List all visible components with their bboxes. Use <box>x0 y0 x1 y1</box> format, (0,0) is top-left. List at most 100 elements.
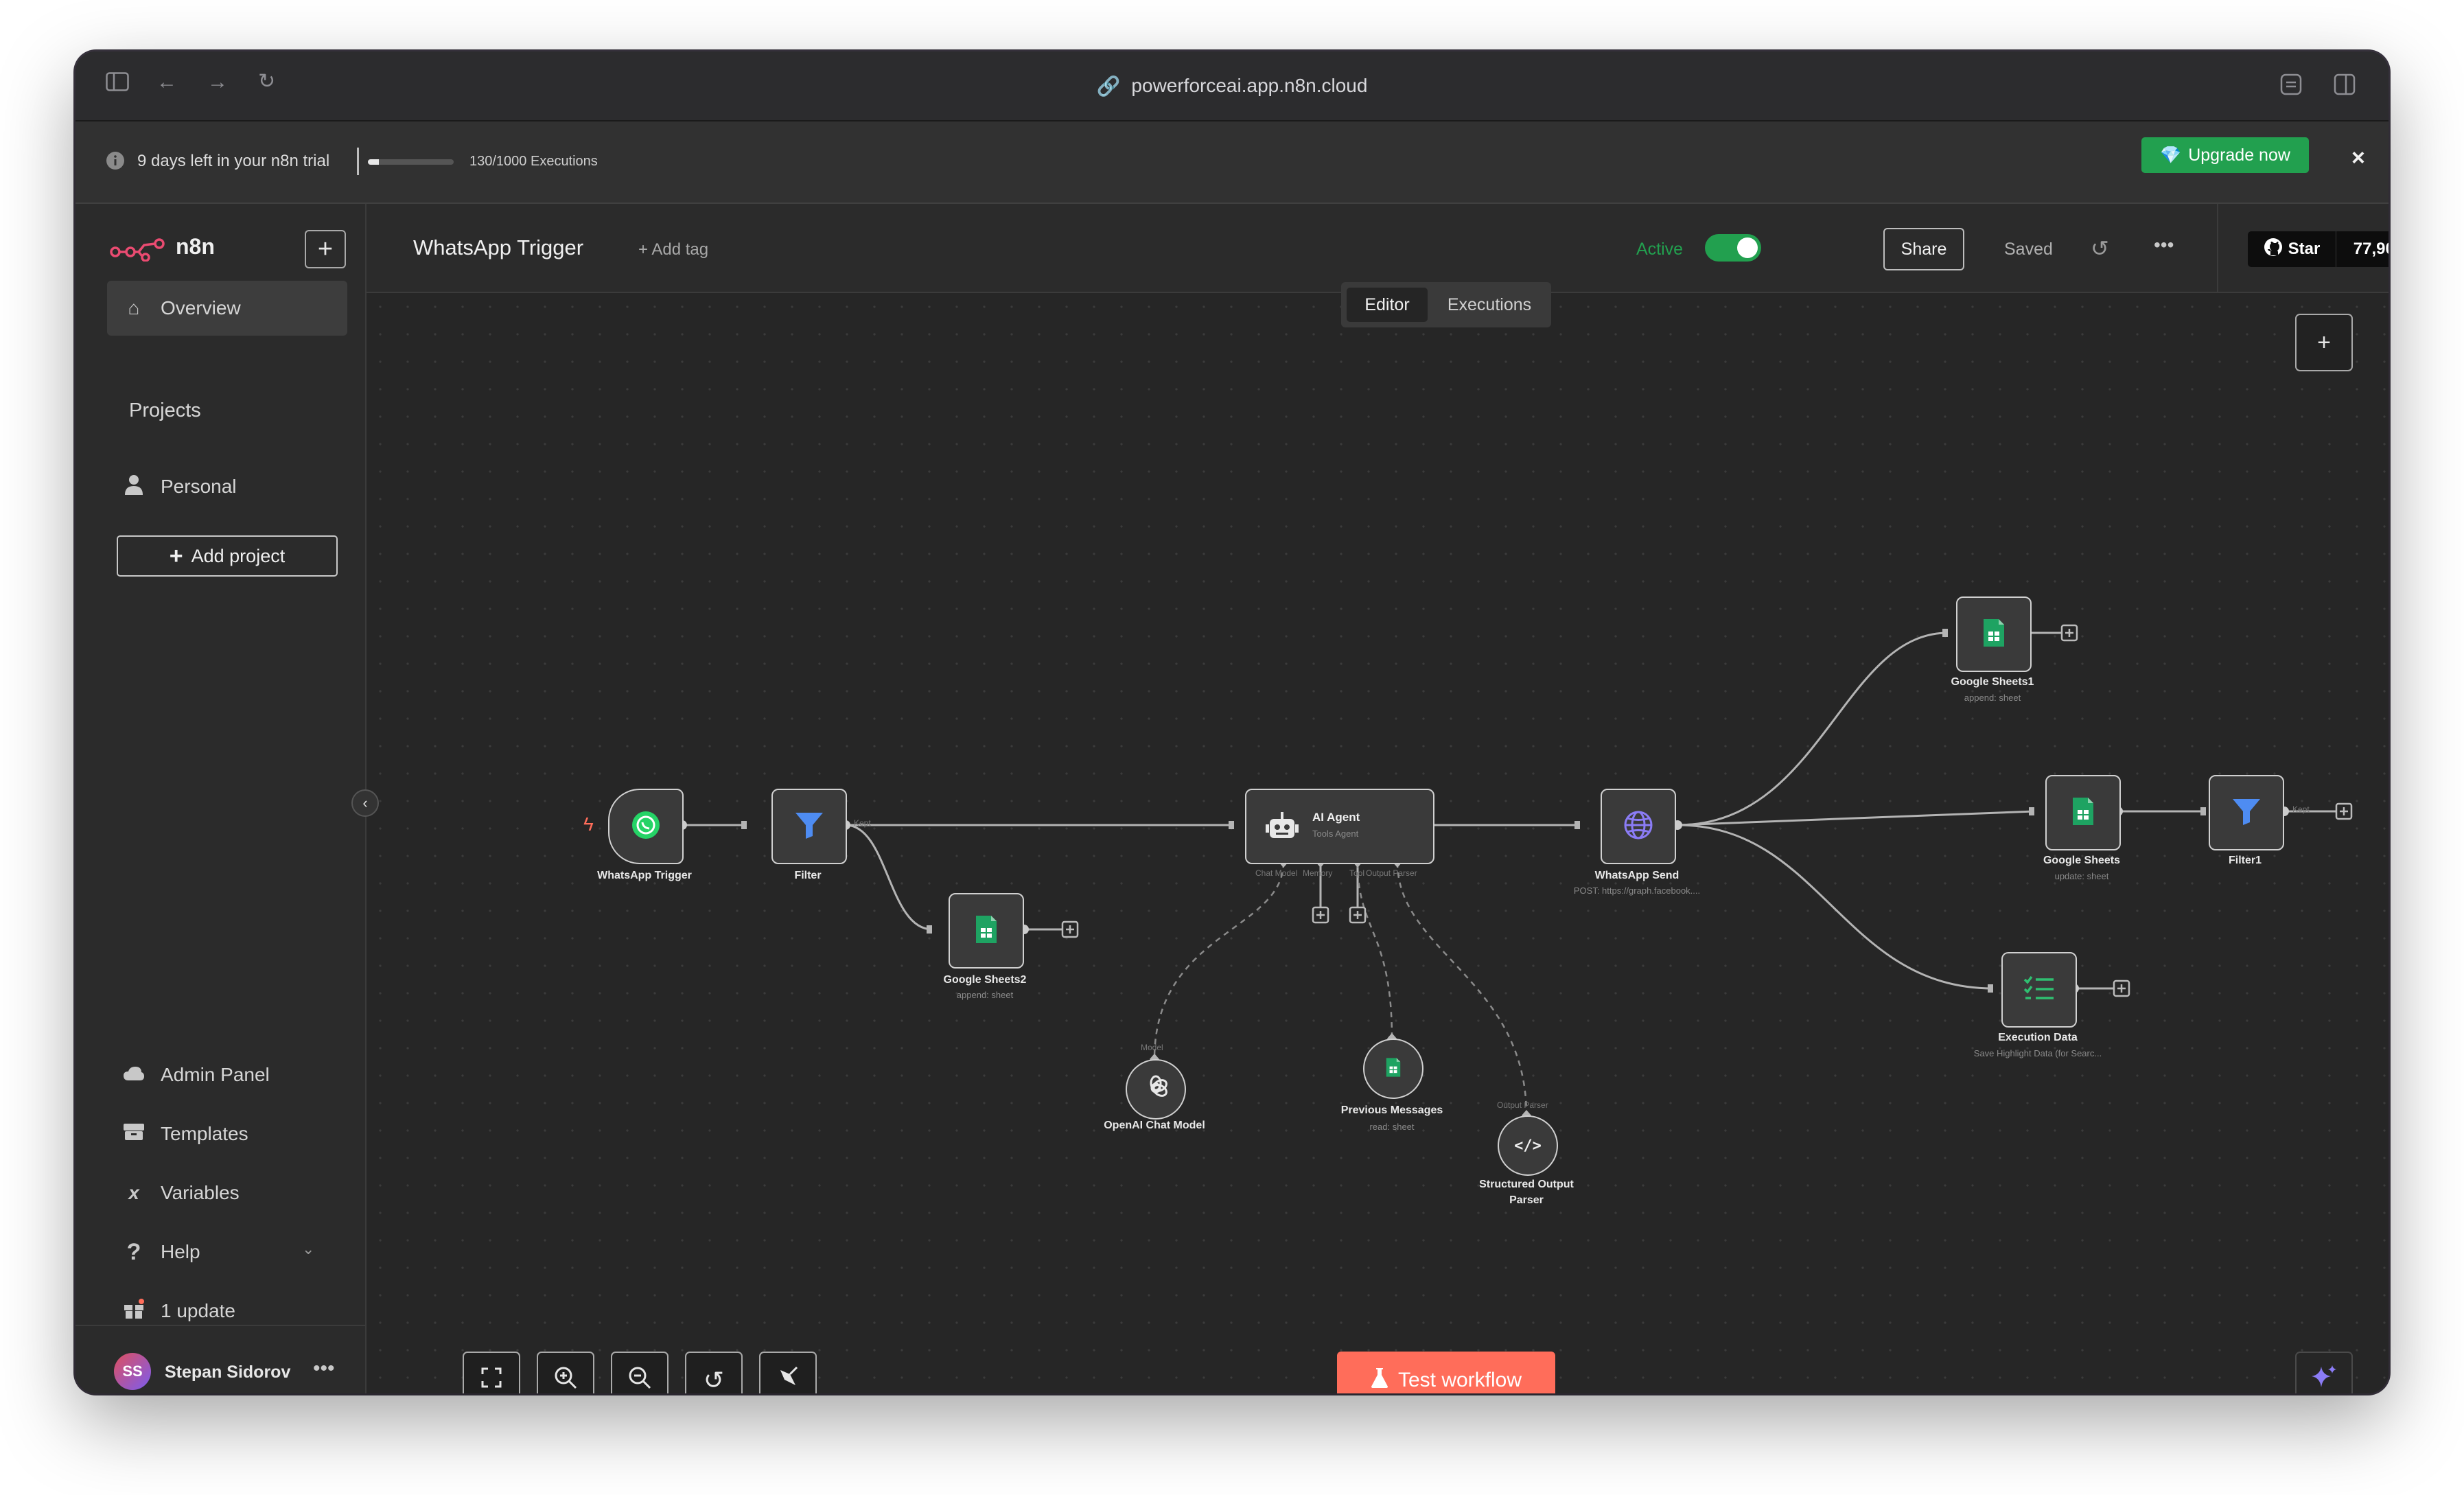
node-previous-messages[interactable] <box>1363 1039 1423 1099</box>
broom-icon <box>776 1366 800 1394</box>
google-sheets-icon <box>2071 796 2095 830</box>
google-sheets-icon <box>975 914 998 948</box>
node-ai-agent[interactable]: AI Agent Tools Agent <box>1245 789 1434 864</box>
sidebar: n8n + ⌂ Overview Projects Personal + Add… <box>75 204 367 1393</box>
node-filter1[interactable] <box>2209 775 2284 850</box>
whatsapp-icon <box>631 810 661 844</box>
upgrade-label: Upgrade now <box>2188 145 2290 165</box>
share-button[interactable]: Share <box>1883 228 1964 270</box>
node-filter[interactable] <box>771 789 847 864</box>
node-label: Google Sheets1 <box>1951 676 2034 688</box>
globe-icon <box>1623 810 1653 844</box>
divider <box>2217 204 2218 292</box>
divider <box>75 1325 365 1326</box>
saved-status: Saved <box>2004 240 2053 259</box>
home-icon: ⌂ <box>128 297 140 318</box>
split-view-icon[interactable] <box>2334 73 2356 99</box>
node-execution-data[interactable] <box>2001 952 2077 1028</box>
node-subtitle: POST: https://graph.facebook.... <box>1573 885 1701 896</box>
reset-zoom-button[interactable]: ↺ <box>685 1352 743 1393</box>
chevron-down-icon[interactable]: ⌄ <box>302 1240 314 1258</box>
sidebar-item-overview[interactable]: ⌂ Overview <box>122 286 241 330</box>
node-openai-chat-model[interactable] <box>1126 1059 1186 1120</box>
sidebar-item-variables[interactable]: x Variables <box>122 1171 239 1215</box>
tidy-up-button[interactable] <box>759 1352 817 1393</box>
filter-icon <box>2231 798 2262 828</box>
user-name: Stepan Sidorov <box>165 1363 291 1382</box>
node-subtitle: Save Highlight Data (for Searc... <box>1973 1048 2102 1058</box>
help-label: Help <box>161 1241 200 1262</box>
node-google-sheets2[interactable] <box>949 893 1024 969</box>
sidebar-item-templates[interactable]: Templates <box>122 1112 248 1156</box>
close-icon[interactable]: × <box>2351 145 2365 172</box>
templates-label: Templates <box>161 1123 248 1144</box>
node-whatsapp-trigger[interactable] <box>608 789 684 864</box>
port-label: Tool <box>1349 868 1365 878</box>
edge-send-execdata <box>1677 824 1994 990</box>
filter-icon <box>794 811 824 842</box>
node-whatsapp-send[interactable] <box>1601 789 1676 864</box>
node-label: Google Sheets2 <box>943 974 1027 986</box>
more-options-icon[interactable]: ••• <box>2154 234 2174 256</box>
google-sheets-icon <box>1385 1057 1402 1081</box>
browser-window: ← → ↻ 🔗 powerforceai.app.n8n.cloud 9 day… <box>75 51 2389 1393</box>
fit-view-button[interactable] <box>463 1352 520 1393</box>
node-subtitle: append: sheet <box>956 990 1014 1000</box>
upgrade-button[interactable]: 💎 Upgrade now <box>2141 137 2309 173</box>
github-star-count: 77,902 <box>2353 240 2389 258</box>
create-button[interactable]: + <box>305 230 346 268</box>
sparkle-icon <box>2310 1364 2338 1394</box>
add-tag-link[interactable]: + Add tag <box>638 240 708 259</box>
address-bar[interactable]: 🔗 powerforceai.app.n8n.cloud <box>75 51 2389 120</box>
workflow-name[interactable]: WhatsApp Trigger <box>413 235 583 260</box>
zoom-out-button[interactable] <box>611 1352 669 1393</box>
edge-memory <box>1356 861 1393 1039</box>
avatar[interactable]: SS <box>114 1353 151 1390</box>
code-icon: </> <box>1514 1137 1542 1155</box>
fullscreen-icon <box>481 1367 502 1394</box>
trigger-bolt-icon: ϟ <box>583 813 594 835</box>
github-star-button[interactable]: Star 77,902 <box>2248 231 2389 267</box>
link-icon: 🔗 <box>1096 75 1121 97</box>
test-workflow-button[interactable]: Test workflow <box>1337 1352 1555 1393</box>
history-icon[interactable]: ↺ <box>2091 235 2109 262</box>
workflow-canvas[interactable]: Editor Executions + ‹ ϟ WhatsApp Trigger… <box>351 282 2389 1393</box>
user-icon <box>122 474 146 500</box>
node-label: Previous Messages <box>1340 1104 1443 1116</box>
ai-assistant-button[interactable] <box>2295 1352 2353 1393</box>
node-subtitle: Tools Agent <box>1312 828 1359 839</box>
n8n-logo-icon <box>110 237 165 265</box>
add-project-label: Add project <box>191 545 286 566</box>
github-icon <box>2264 237 2283 262</box>
node-google-sheets[interactable] <box>2045 775 2121 850</box>
sidebar-item-personal[interactable]: Personal <box>122 465 237 509</box>
github-star-label: Star <box>2288 240 2321 258</box>
google-sheets-icon <box>1982 618 2006 651</box>
active-toggle[interactable] <box>1705 234 1761 262</box>
extension-icon[interactable] <box>2280 73 2302 99</box>
node-label: Google Sheets <box>2043 855 2121 866</box>
sidebar-item-help[interactable]: ? Help <box>122 1230 200 1274</box>
node-structured-output-parser[interactable]: </> <box>1498 1115 1558 1176</box>
node-label: Execution Data <box>1998 1032 2078 1043</box>
edge-send-sheets1 <box>1677 631 1949 826</box>
zoom-in-button[interactable] <box>537 1352 594 1393</box>
zoom-out-icon <box>628 1366 651 1394</box>
variable-icon: x <box>128 1182 139 1203</box>
user-menu-icon[interactable]: ••• <box>313 1357 335 1380</box>
robot-icon <box>1266 811 1299 844</box>
add-project-button[interactable]: + Add project <box>117 535 338 577</box>
sidebar-item-update[interactable]: 1 update <box>122 1289 235 1333</box>
node-label: Structured Output <box>1479 1179 1574 1190</box>
update-label: 1 update <box>161 1300 235 1321</box>
info-icon <box>106 151 125 174</box>
node-label-line2: Parser <box>1509 1194 1544 1206</box>
port-label: Kept <box>854 818 871 828</box>
brand-name: n8n <box>176 234 215 259</box>
node-subtitle: read: sheet <box>1369 1122 1415 1132</box>
port-label: Memory <box>1303 868 1333 878</box>
plus-icon: + <box>169 542 183 569</box>
node-google-sheets1[interactable] <box>1956 596 2032 672</box>
sidebar-item-admin-panel[interactable]: Admin Panel <box>122 1053 270 1097</box>
node-subtitle: update: sheet <box>2054 871 2109 881</box>
